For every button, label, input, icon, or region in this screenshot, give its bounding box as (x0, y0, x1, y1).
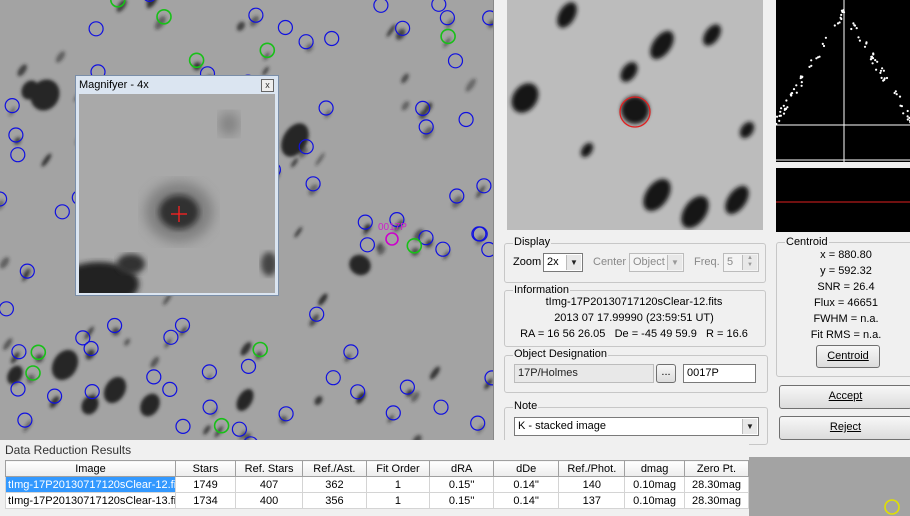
column-header[interactable]: Fit Order (365, 460, 431, 477)
centroid-fit-rms: Fit RMS = n.a. (810, 329, 882, 341)
centroid-legend: Centroid (785, 236, 829, 248)
object-panel: Display Zoom 2x ▼ Center Object ▼ Freq. … (493, 0, 910, 457)
table-cell: 0.14'' (492, 476, 560, 493)
table-cell: tImg-17P20130717120sClear-13.fits (5, 492, 176, 509)
centroid-y: y = 592.32 (820, 265, 872, 277)
table-cell: 1749 (175, 476, 236, 493)
object-code-field[interactable]: 0017P (683, 364, 756, 383)
centroid-x: x = 880.80 (820, 249, 872, 261)
table-cell: 0.15'' (429, 476, 494, 493)
table-cell: 400 (234, 492, 304, 509)
results-table[interactable]: Image Stars Ref. Stars Ref./Ast. Fit Order dR… (5, 460, 750, 509)
column-header[interactable]: Image (5, 460, 176, 477)
close-icon[interactable]: x (261, 79, 274, 92)
column-header[interactable]: Stars (175, 460, 236, 477)
freq-spinner[interactable]: 5 ▲ ▼ (723, 253, 759, 272)
chevron-down-icon[interactable]: ▼ (742, 419, 757, 434)
display-legend: Display (513, 236, 552, 248)
zoom-select[interactable]: 2x ▼ (543, 253, 583, 272)
table-cell: 28.30mag (683, 476, 750, 493)
table-header: Image Stars Ref. Stars Ref./Ast. Fit Order dR… (5, 460, 750, 477)
radial-profile-plot (776, 0, 910, 162)
information-legend: Information (513, 284, 571, 296)
center-value: Object (633, 256, 665, 268)
info-datetime: 2013 07 17.99990 (23:59:51 UT) (554, 312, 714, 324)
centroid-fwhm: FWHM = n.a. (813, 313, 879, 325)
centroid-flux: Flux = 46651 (814, 297, 878, 309)
centroid-snr: SNR = 26.4 (817, 281, 875, 293)
note-select[interactable]: K - stacked image ▼ (514, 417, 759, 436)
accept-button[interactable]: Accept (779, 385, 910, 409)
table-cell: 0.10mag (624, 476, 685, 493)
freq-value: 5 (727, 256, 734, 268)
profile-slice-plot (776, 168, 910, 232)
table-cell: 407 (234, 476, 304, 493)
freq-label: Freq. (694, 256, 720, 268)
note-value: K - stacked image (518, 420, 607, 432)
column-header[interactable]: Ref./Ast. (302, 460, 367, 477)
reject-button[interactable]: Reject (779, 416, 910, 440)
data-reduction-results: Data Reduction Results Image Stars Ref. St… (0, 440, 750, 516)
info-coordinates: RA = 16 56 26.05 De = -45 49 59.9 R = 16… (520, 328, 748, 340)
table-cell: 1734 (175, 492, 236, 509)
info-filename: tImg-17P20130717120sClear-12.fits (545, 296, 723, 308)
center-select[interactable]: Object ▼ (629, 253, 684, 272)
column-header[interactable]: dDe (492, 460, 560, 477)
magnifier-view (79, 94, 275, 293)
column-header[interactable]: dmag (624, 460, 685, 477)
zoom-label: Zoom (513, 256, 542, 268)
table-row[interactable]: tImg-17P20130717120sClear-13.fits 1734 400… (5, 492, 750, 509)
note-legend: Note (513, 400, 539, 412)
table-cell: 0.15'' (429, 492, 494, 509)
table-cell: 137 (558, 492, 626, 509)
object-preview (507, 0, 763, 230)
column-header[interactable]: Ref./Phot. (558, 460, 626, 477)
object-name-field[interactable]: 17P/Holmes (514, 364, 654, 383)
target-label: 0017P (378, 222, 407, 233)
chevron-down-icon[interactable]: ▼ (667, 255, 682, 270)
spinner-arrows-icon[interactable]: ▲ ▼ (742, 255, 757, 270)
center-label: Center (593, 256, 627, 268)
object-designation-legend: Object Designation (513, 348, 608, 360)
table-cell: 1 (365, 492, 431, 509)
column-header[interactable]: Zero Pt. (683, 460, 750, 477)
results-title: Data Reduction Results (5, 443, 132, 457)
magnifier-title: Magnifyer - 4x (79, 79, 149, 91)
column-header[interactable]: Ref. Stars (234, 460, 304, 477)
table-cell: 362 (302, 476, 367, 493)
table-cell: 140 (558, 476, 626, 493)
table-cell: tImg-17P20130717120sClear-12.fits (5, 476, 176, 493)
table-cell: 28.30mag (683, 492, 750, 509)
table-cell: 0.10mag (624, 492, 685, 509)
column-header[interactable]: dRA (429, 460, 494, 477)
table-cell: 356 (302, 492, 367, 509)
centroid-button[interactable]: Centroid (816, 345, 880, 368)
chevron-down-icon[interactable]: ▼ (566, 255, 581, 270)
table-row[interactable]: tImg-17P20130717120sClear-12.fits 1749 407… (5, 476, 750, 493)
magnifier-window[interactable]: Magnifyer - 4x x (75, 75, 279, 296)
table-cell: 1 (365, 476, 431, 493)
zoom-value: 2x (547, 256, 559, 268)
table-cell: 0.14'' (492, 492, 560, 509)
browse-button[interactable]: ... (656, 364, 676, 383)
